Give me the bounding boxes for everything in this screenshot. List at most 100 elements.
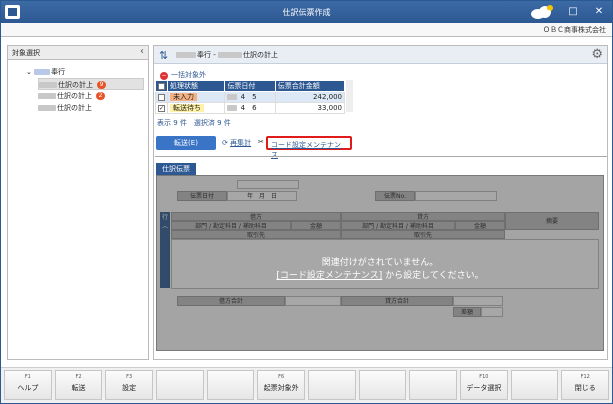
date-cell: 4 6	[224, 102, 276, 114]
column-header-date[interactable]: 伝票日付	[224, 80, 276, 92]
f10-data-select-button[interactable]: F10 データ選択	[460, 370, 508, 400]
target-tree: ⌄ 奉行 仕訳の計上 9 仕訳の計上 2 仕訳の計上	[26, 66, 144, 114]
column-header-status[interactable]: 処理状態	[166, 80, 226, 92]
exclude-icon: −	[160, 72, 168, 80]
minimize-button[interactable]: ─	[538, 5, 556, 19]
voucher-grid: 処理状態 伝票日付 伝票合計金額 未入力 4 5 242,000 ✓ 転送待ち …	[155, 80, 346, 114]
heading-separator: -	[211, 51, 218, 59]
redacted-text	[38, 93, 56, 99]
main-pane: ⇅ 奉行 - 仕訳の計上 ⚙ − 一括対象外 処理状態 伝票日付 伝票合計金額 未…	[153, 45, 608, 360]
heading-item: 仕訳の計上	[242, 51, 278, 59]
fkey-code: F2	[75, 374, 82, 380]
table-row[interactable]: ✓ 転送待ち 4 6 33,000	[155, 102, 346, 114]
status-badge: 未入力	[170, 93, 197, 101]
window-title: 仕訳伝票作成	[282, 8, 331, 17]
f4-button[interactable]	[156, 370, 204, 400]
overlay-message: 関連付けがされていません。 [コード設定メンテナンス] から設定してください。	[156, 257, 604, 283]
f8-button[interactable]	[358, 370, 407, 400]
selected-count: 選択済 9 件	[193, 119, 231, 127]
shown-count: 表示 9 件	[157, 119, 187, 127]
month-value: 4	[240, 104, 246, 112]
function-key-bar: F1 ヘルプ F2 転送 F3 設定 F6 起票対象外 F10 データ選択 F12 閉じる	[1, 367, 612, 403]
redacted-text	[34, 69, 51, 75]
redacted-text	[176, 52, 196, 58]
f2-transfer-button[interactable]: F2 転送	[54, 370, 103, 400]
f12-close-button[interactable]: F12 閉じる	[561, 370, 610, 400]
row-checkbox[interactable]: ✓	[155, 102, 168, 114]
overlay-line-1: 関連付けがされていません。	[321, 258, 439, 268]
day-value: 6	[252, 104, 257, 112]
tree-root[interactable]: ⌄ 奉行	[26, 66, 144, 78]
fkey-code: F3	[126, 374, 133, 380]
redacted-text	[227, 94, 238, 100]
fkey-label: データ選択	[466, 384, 502, 392]
heading-app: 奉行	[197, 51, 211, 59]
tab-journal-voucher[interactable]: 仕訳伝票	[156, 163, 196, 175]
column-header-amount[interactable]: 伝票合計金額	[274, 80, 346, 92]
select-all-checkbox[interactable]	[155, 80, 168, 92]
company-name: ＯＢＣ商事株式会社	[543, 26, 606, 34]
f5-button[interactable]	[206, 370, 255, 400]
collapse-pane-icon[interactable]: ‹	[140, 46, 144, 57]
fkey-label: 閉じる	[574, 384, 596, 392]
bulk-exclude-link[interactable]: − 一括対象外	[160, 70, 206, 80]
bulk-exclude-label: 一括対象外	[171, 71, 206, 79]
main-heading: ⇅ 奉行 - 仕訳の計上 ⚙	[154, 46, 607, 64]
redacted-text	[227, 105, 238, 111]
f1-help-button[interactable]: F1 ヘルプ	[4, 370, 52, 400]
month-value: 4	[240, 93, 246, 101]
target-selection-pane: 対象選択 ‹ ⌄ 奉行 仕訳の計上 9 仕訳の計上 2 仕訳の計上	[7, 45, 149, 360]
code-settings-link[interactable]: コード設定メンテナンス	[266, 136, 352, 159]
overlay-line-2-text: から設定してください。	[382, 271, 484, 281]
fkey-label: ヘルプ	[17, 384, 39, 392]
count-badge: 9	[97, 81, 106, 89]
chevron-down-icon[interactable]: ⌄	[26, 68, 32, 76]
tree-item-label: 仕訳の計上	[57, 104, 92, 112]
tree-item-label: 仕訳の計上	[57, 92, 92, 100]
f6-exclude-button[interactable]: F6 起票対象外	[257, 370, 306, 400]
fkey-code: F1	[24, 374, 31, 380]
transfer-button[interactable]: 転送(E)	[156, 136, 216, 150]
f7-button[interactable]	[308, 370, 356, 400]
record-counts: 表示 9 件 選択済 9 件	[157, 118, 231, 128]
tools-icon: ✂	[258, 138, 264, 146]
amount-cell: 242,000	[274, 91, 346, 103]
overlay-line-2: [コード設定メンテナンス] から設定してください。	[156, 270, 604, 283]
table-row[interactable]: 未入力 4 5 242,000	[155, 91, 346, 103]
target-selection-title: 対象選択	[12, 49, 40, 57]
target-selection-header: 対象選択 ‹	[8, 46, 148, 60]
refresh-icon[interactable]: ⇅	[159, 49, 168, 62]
f11-button[interactable]	[510, 370, 559, 400]
tree-item-3[interactable]: 仕訳の計上	[38, 102, 144, 114]
f9-button[interactable]	[409, 370, 458, 400]
grid-scrollbar[interactable]	[346, 80, 353, 112]
row-checkbox[interactable]	[155, 91, 168, 103]
status-cell: 未入力	[166, 91, 226, 103]
tree-item-2[interactable]: 仕訳の計上 2	[38, 90, 144, 102]
count-badge: 2	[96, 92, 105, 100]
fkey-label: 転送	[71, 384, 86, 392]
fkey-label: 起票対象外	[263, 384, 299, 392]
overlay-code-link[interactable]: [コード設定メンテナンス]	[276, 271, 382, 281]
divider	[155, 156, 607, 157]
fkey-code: F10	[479, 374, 489, 380]
close-button[interactable]: ✕	[590, 5, 608, 19]
fkey-code: F12	[580, 374, 590, 380]
tree-item-1[interactable]: 仕訳の計上 9	[38, 78, 144, 90]
tree-item-label: 仕訳の計上	[58, 81, 93, 89]
app-window: 仕訳伝票作成 ─ □ ✕ ＯＢＣ商事株式会社 対象選択 ‹ ⌄ 奉行 仕訳の計上…	[0, 0, 613, 404]
day-value: 5	[252, 93, 257, 101]
gear-icon[interactable]: ⚙	[591, 47, 603, 62]
company-bar: ＯＢＣ商事株式会社	[1, 23, 612, 37]
redacted-text	[39, 82, 57, 88]
not-linked-overlay: 関連付けがされていません。 [コード設定メンテナンス] から設定してください。	[156, 175, 604, 351]
fkey-code: F6	[278, 374, 285, 380]
redacted-text	[217, 52, 242, 58]
f3-settings-button[interactable]: F3 設定	[105, 370, 154, 400]
maximize-button[interactable]: □	[564, 5, 582, 19]
recalculate-link[interactable]: ⟳ 再集計	[222, 138, 251, 148]
redacted-text	[38, 105, 56, 111]
date-cell: 4 5	[224, 91, 276, 103]
tree-root-label: 奉行	[51, 68, 66, 76]
title-bar: 仕訳伝票作成 ─ □ ✕	[1, 1, 612, 23]
